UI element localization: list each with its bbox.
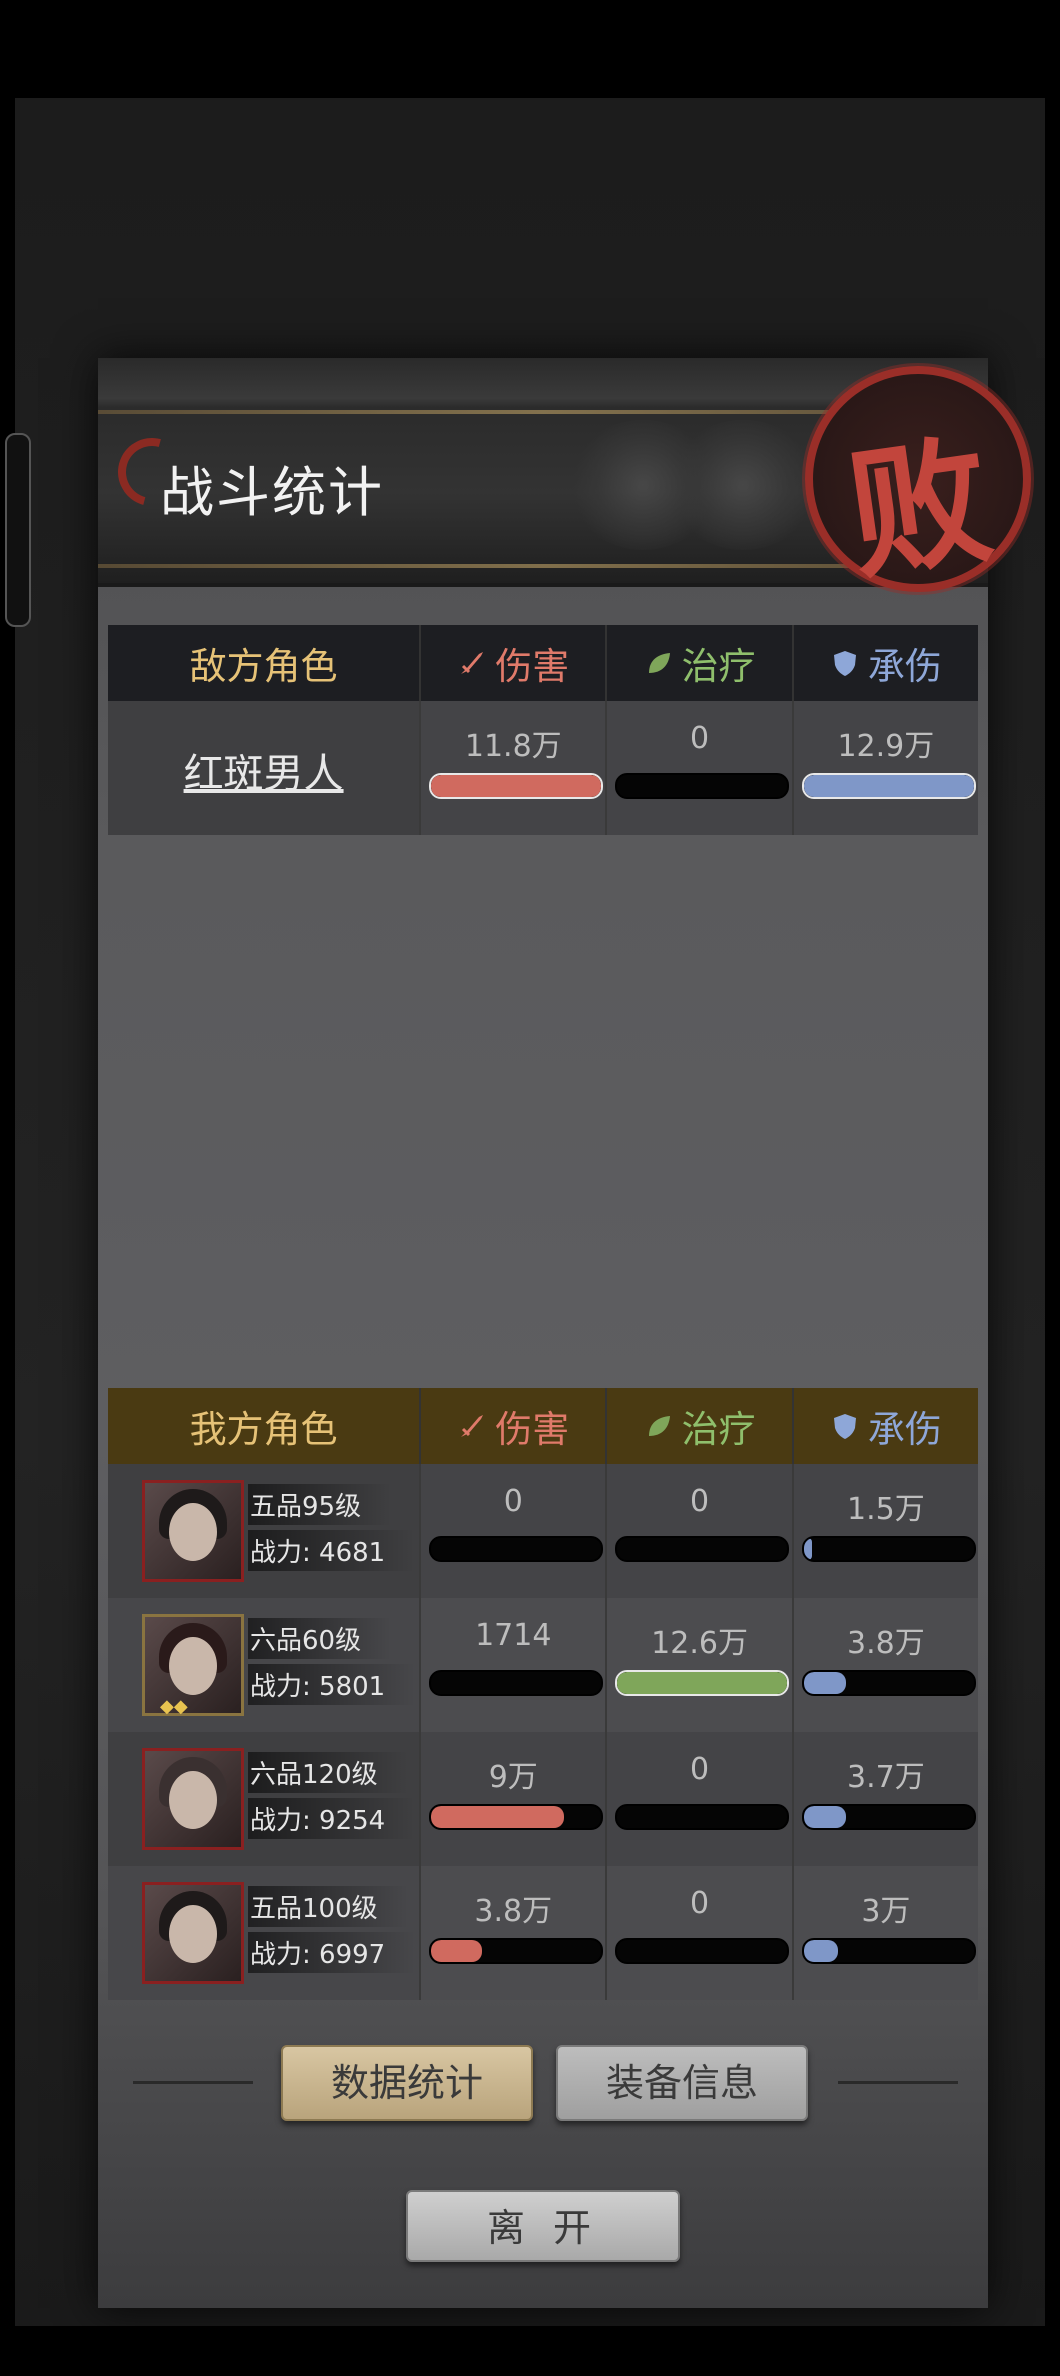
title-band: 战斗统计 败	[98, 358, 1031, 600]
tab-data-stats[interactable]: 数据统计	[281, 2045, 533, 2121]
hero-power: 战力: 4681	[248, 1530, 416, 1571]
leaf-icon	[648, 653, 670, 673]
heal-column-label: 治疗	[681, 1408, 756, 1451]
taken-column-label: 承伤	[867, 1408, 942, 1451]
damage-column-header: 伤害	[419, 1388, 605, 1464]
ally-row: ◆◆ 六品60级 战力: 5801 1714 12.6万 3.8万	[108, 1598, 978, 1732]
heal-value: 0	[690, 1886, 710, 1921]
enemy-row: 红斑男人 11.8万 0 12.9万	[108, 701, 978, 835]
sword-icon	[461, 652, 484, 674]
heal-value: 0	[690, 1484, 710, 1519]
hero-rank: 五品100级	[248, 1886, 408, 1927]
divider	[838, 2081, 958, 2084]
heal-column-header: 治疗	[605, 625, 791, 701]
heal-bar	[615, 1670, 790, 1696]
sword-icon	[461, 1415, 484, 1437]
heal-value: 12.6万	[651, 1626, 748, 1661]
taken-column-label: 承伤	[867, 645, 942, 688]
taken-bar	[801, 1804, 976, 1830]
ally-row: 五品95级 战力: 4681 0 0 1.5万	[108, 1464, 978, 1598]
defeat-seal-text: 败	[838, 417, 1001, 600]
enemy-header-label: 敌方角色	[189, 645, 338, 688]
leave-button[interactable]: 离开	[406, 2190, 680, 2262]
heal-value: 0	[690, 721, 710, 756]
hero-rank: 六品60级	[248, 1618, 392, 1659]
damage-value: 9万	[488, 1760, 538, 1795]
taken-value: 12.9万	[837, 729, 935, 764]
leaf-icon	[648, 1416, 670, 1436]
taken-bar	[801, 1536, 976, 1562]
hero-avatar[interactable]	[142, 1882, 244, 1984]
damage-bar	[429, 1804, 604, 1830]
hero-power: 战力: 6997	[248, 1932, 416, 1973]
hero-rank: 五品95级	[248, 1484, 392, 1525]
cloud-ornament	[668, 420, 818, 550]
tab-equipment-info[interactable]: 装备信息	[556, 2045, 808, 2121]
heal-column-label: 治疗	[681, 645, 756, 688]
ally-table-header: 我方角色 伤害 治疗 承伤	[108, 1388, 978, 1464]
taken-bar	[801, 773, 976, 799]
taken-bar	[801, 1938, 976, 1964]
enemy-table-header: 敌方角色 伤害 治疗 承伤	[108, 625, 978, 701]
heal-bar	[615, 773, 790, 799]
ally-header-label: 我方角色	[189, 1408, 338, 1451]
hero-avatar[interactable]	[142, 1614, 244, 1716]
hero-power: 战力: 9254	[248, 1798, 416, 1839]
damage-bar	[429, 1670, 604, 1696]
damage-value: 1714	[475, 1618, 552, 1653]
heal-bar	[615, 1804, 790, 1830]
hero-rank: 六品120级	[248, 1752, 408, 1793]
taken-value: 3.8万	[847, 1626, 925, 1661]
damage-column-label: 伤害	[495, 1408, 570, 1451]
side-drawer-handle[interactable]	[5, 433, 31, 627]
enemy-table: 敌方角色 伤害 治疗 承伤 红斑男人 11.8万 0 12.9万	[108, 625, 978, 835]
enemy-name-link[interactable]: 红斑男人	[108, 741, 419, 799]
view-tabs: 数据统计 装备信息	[98, 2043, 988, 2123]
heal-bar	[615, 1536, 790, 1562]
taken-value: 3万	[861, 1894, 911, 1929]
damage-bar	[429, 1938, 604, 1964]
heal-value: 0	[690, 1752, 710, 1787]
hero-avatar[interactable]	[142, 1480, 244, 1582]
game-screen: 战斗统计 败 敌方角色 伤害 治疗 承伤 红斑男人 11.8万 0 12.9万 …	[5, 98, 1045, 2326]
heal-bar	[615, 1938, 790, 1964]
damage-value: 11.8万	[464, 729, 562, 764]
divider	[133, 2081, 253, 2084]
ally-row: 六品120级 战力: 9254 9万 0 3.7万	[108, 1732, 978, 1866]
damage-value: 3.8万	[474, 1894, 553, 1929]
taken-column-header: 承伤	[791, 625, 978, 701]
battle-stats-panel: 战斗统计 败 敌方角色 伤害 治疗 承伤 红斑男人 11.8万 0 12.9万 …	[98, 358, 1031, 2308]
hero-power: 战力: 5801	[248, 1664, 416, 1705]
shield-icon	[833, 1414, 856, 1439]
damage-column-label: 伤害	[495, 645, 570, 688]
damage-bar	[429, 1536, 604, 1562]
taken-value: 3.7万	[847, 1760, 925, 1795]
ally-table: 我方角色 伤害 治疗 承伤 五品95级 战力: 4681 0 0 1.5万 ◆◆…	[108, 1388, 978, 2000]
ally-row: 五品100级 战力: 6997 3.8万 0 3万	[108, 1866, 978, 2000]
token-icons: ◆◆	[160, 1696, 188, 1717]
shield-icon	[833, 651, 856, 676]
taken-bar	[801, 1670, 976, 1696]
hero-avatar[interactable]	[142, 1748, 244, 1850]
taken-column-header: 承伤	[791, 1388, 978, 1464]
defeat-seal: 败	[805, 366, 1031, 600]
page-title: 战斗统计	[160, 461, 384, 524]
taken-value: 1.5万	[847, 1492, 925, 1527]
heal-column-header: 治疗	[605, 1388, 791, 1464]
damage-bar	[429, 773, 604, 799]
damage-value: 0	[503, 1484, 523, 1519]
damage-column-header: 伤害	[419, 625, 605, 701]
